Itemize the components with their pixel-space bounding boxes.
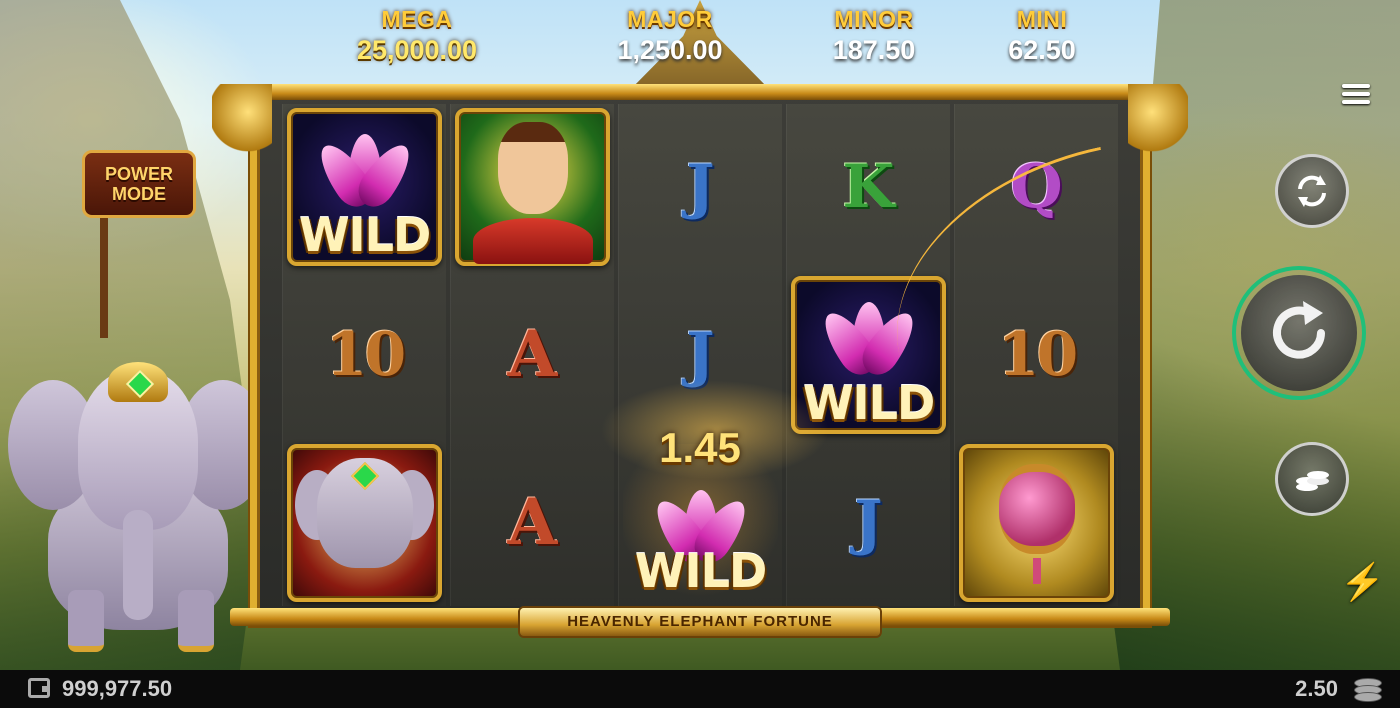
symbol-j: J — [787, 440, 950, 606]
reel-3: J J WILD — [618, 104, 782, 606]
lotus-icon — [814, 286, 924, 382]
jack-symbol: J — [686, 320, 715, 390]
jackpot-minor: MINOR 187.50 — [784, 6, 964, 66]
autoplay-button[interactable] — [1275, 154, 1349, 228]
symbol-k: K — [787, 104, 950, 270]
dragon-ornament-left — [212, 84, 272, 154]
power-mode-post — [100, 218, 108, 338]
reel-1: WILD 10 — [282, 104, 446, 606]
symbol-wild: WILD — [283, 104, 446, 270]
win-amount: 1.45 — [659, 424, 741, 471]
symbol-a: A — [451, 440, 614, 606]
symbol-10: 10 — [283, 272, 446, 438]
coins-icon — [1296, 471, 1329, 491]
symbol-elephant — [283, 440, 446, 606]
symbol-j: J — [619, 104, 782, 270]
spin-icon — [1273, 301, 1325, 359]
wild-label: WILD — [634, 544, 767, 598]
lotus-icon — [310, 118, 420, 214]
jack-symbol: J — [686, 152, 715, 222]
ten-symbol: 10 — [325, 320, 406, 390]
jackpot-mini: MINI 62.50 — [952, 6, 1132, 66]
jackpot-mini-label: MINI — [1016, 6, 1068, 32]
power-mode-label-2: MODE — [111, 184, 166, 204]
jackpot-minor-value: 187.50 — [832, 35, 916, 65]
wallet-icon — [28, 678, 50, 698]
symbol-lantern — [955, 440, 1118, 606]
symbol-q: Q — [955, 104, 1118, 270]
symbol-princess — [451, 104, 614, 270]
power-mode-label-1: POWER — [104, 164, 173, 184]
coins-icon[interactable] — [1352, 676, 1382, 702]
bet-value: 2.50 — [1295, 676, 1338, 701]
dragon-ornament-right — [1128, 84, 1188, 154]
princess-icon — [497, 122, 568, 214]
game-title: HEAVENLY ELEPHANT FORTUNE — [520, 608, 880, 636]
jackpot-major-label: MAJOR — [627, 6, 713, 32]
jack-symbol: J — [854, 488, 883, 558]
frame-top-bar — [230, 84, 1170, 100]
lantern-icon — [998, 464, 1075, 554]
elephant-mascot — [8, 360, 268, 652]
status-bar: 999,977.50 2.50 — [0, 670, 1400, 708]
lightning-icon[interactable]: ⚡ — [1340, 560, 1385, 604]
symbol-10: 10 — [955, 272, 1118, 438]
jackpot-minor-label: MINOR — [834, 6, 914, 32]
ten-symbol: 10 — [997, 320, 1078, 390]
spin-button[interactable] — [1232, 266, 1366, 400]
symbol-a: A — [451, 272, 614, 438]
jackpot-mega-value: 25,000.00 — [356, 35, 478, 65]
reel-2: A A — [450, 104, 614, 606]
jackpot-major: MAJOR 1,250.00 — [580, 6, 760, 66]
queen-symbol: Q — [1010, 152, 1063, 222]
reel-grid: WILD 10 A A J J WILD K WILD J Q 10 — [282, 104, 1118, 606]
reel-5: Q 10 — [954, 104, 1118, 606]
jackpot-major-value: 1,250.00 — [617, 35, 723, 65]
autoplay-icon — [1298, 175, 1326, 207]
balance-value: 999,977.50 — [62, 676, 173, 701]
jackpot-mega-label: MEGA — [381, 6, 453, 32]
symbol-wild: WILD — [787, 272, 950, 438]
bet-button[interactable] — [1275, 442, 1349, 516]
jackpot-mega: MEGA 25,000.00 — [327, 6, 507, 66]
wild-label: WILD — [802, 376, 935, 430]
power-mode-button[interactable]: POWER MODE — [82, 150, 196, 218]
hamburger-icon[interactable] — [1342, 80, 1370, 110]
king-symbol: K — [842, 152, 895, 222]
jackpot-mini-value: 62.50 — [1008, 35, 1076, 65]
ace-symbol: A — [507, 317, 558, 392]
ace-symbol: A — [507, 485, 558, 560]
wild-label: WILD — [298, 208, 431, 262]
symbol-j: J — [619, 272, 782, 438]
reel-4: K WILD J — [786, 104, 950, 606]
